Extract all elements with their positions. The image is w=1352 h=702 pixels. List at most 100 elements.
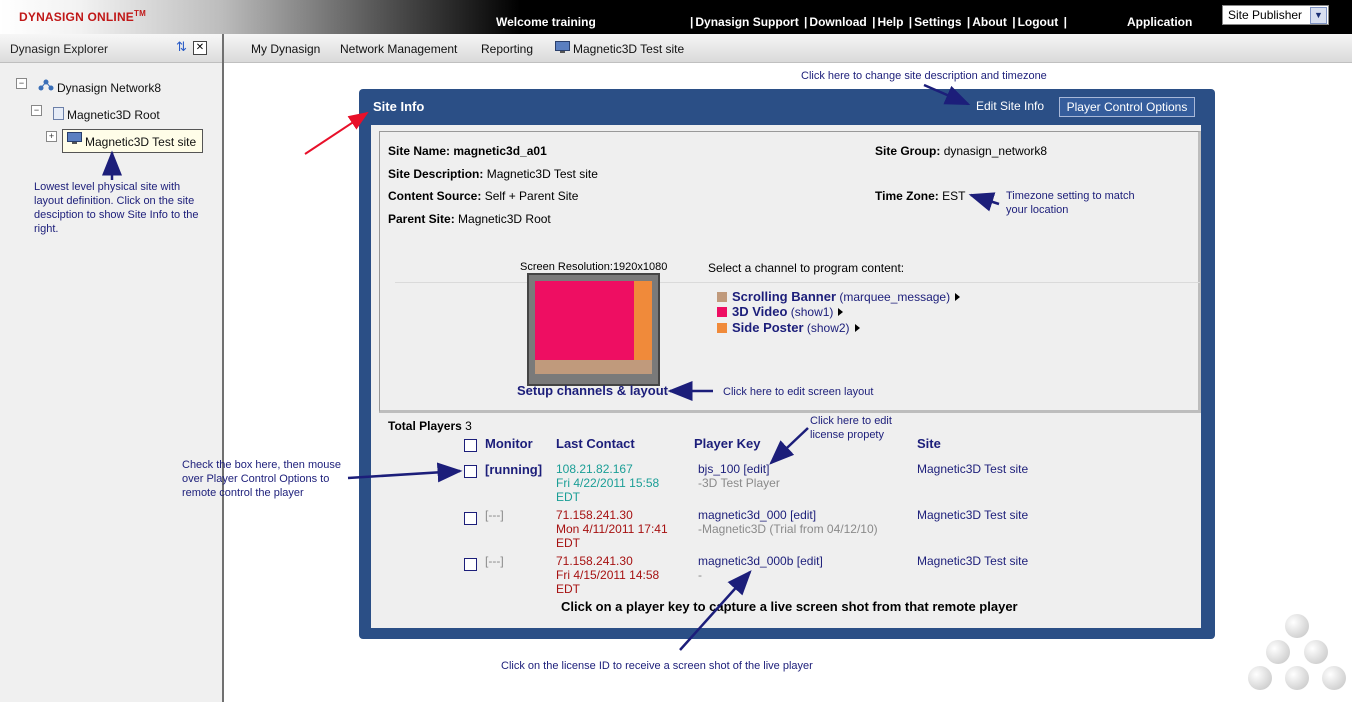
explorer-sidebar: Dynasign Explorer ⇅ ✕ − Dynasign Network…	[0, 34, 224, 702]
top-nav: | Dynasign Support | Download | Help | Setti…	[690, 15, 1067, 29]
annotation-license: Click here to edit license propety	[810, 415, 892, 441]
monitor-status: [---]	[485, 508, 504, 522]
top-header: DYNASIGN ONLINETM Welcome training | Dyna…	[0, 0, 1352, 34]
panel-body: Site Name: magnetic3d_a01 Site Descripti…	[371, 125, 1201, 628]
nav-logout-link[interactable]: Logout	[1018, 15, 1059, 29]
column-header-site: Site	[917, 436, 941, 451]
panel-title: Site Info	[373, 99, 425, 114]
expand-arrow-icon	[838, 308, 844, 316]
tab-site[interactable]: Magnetic3D Test site	[573, 42, 684, 56]
tab-network-management[interactable]: Network Management	[340, 42, 457, 56]
player-note: -	[698, 568, 702, 582]
edit-license-link[interactable]: [edit]	[743, 462, 769, 476]
sidebar-annotation: Lowest level physical site with layout d…	[34, 181, 199, 235]
tree-item-network[interactable]: Dynasign Network8	[57, 81, 161, 95]
player-key-link[interactable]: magnetic3d_000	[698, 508, 787, 522]
column-header-player-key: Player Key	[694, 436, 761, 451]
channel-swatch	[717, 323, 727, 333]
player-select-checkbox[interactable]	[464, 465, 477, 478]
monitor-icon	[67, 132, 82, 144]
edit-license-link[interactable]: [edit]	[790, 508, 816, 522]
player-select-checkbox[interactable]	[464, 512, 477, 525]
sidebar-title: Dynasign Explorer	[10, 42, 109, 56]
monitor-icon	[555, 41, 570, 53]
site-description-field: Site Description: Magnetic3D Test site	[388, 167, 598, 181]
annotation-checkbox: Check the box here, then mouse over Play…	[182, 459, 341, 499]
player-site[interactable]: Magnetic3D Test site	[917, 554, 1028, 568]
chevron-down-icon[interactable]: ▼	[1310, 7, 1327, 24]
monitor-status: [running]	[485, 462, 543, 477]
tree-item-site-label[interactable]: Magnetic3D Test site	[85, 135, 196, 149]
annotation-live-shot: Click on the license ID to receive a scr…	[501, 660, 813, 672]
divider	[395, 282, 1200, 283]
tab-my-dynasign[interactable]: My Dynasign	[251, 42, 320, 56]
site-details-box: Site Name: magnetic3d_a01 Site Descripti…	[379, 131, 1201, 413]
last-contact: 71.158.241.30 Fri 4/15/2011 14:58 EDT	[556, 554, 660, 596]
edit-license-link[interactable]: [edit]	[797, 554, 823, 568]
refresh-icon[interactable]: ⇅	[176, 40, 188, 54]
site-info-panel: Site Info Edit Site Info Player Control …	[359, 89, 1215, 639]
last-contact: 71.158.241.30 Mon 4/11/2011 17:41 EDT	[556, 508, 668, 550]
channel-scrolling-banner[interactable]: Scrolling Banner (marquee_message)	[717, 289, 961, 304]
tree-item-root[interactable]: Magnetic3D Root	[67, 108, 160, 122]
player-site[interactable]: Magnetic3D Test site	[917, 508, 1028, 522]
player-note: -Magnetic3D (Trial from 04/12/10)	[698, 522, 878, 536]
player-note: -3D Test Player	[698, 476, 780, 490]
player-site[interactable]: Magnetic3D Test site	[917, 462, 1028, 476]
player-key-cell: magnetic3d_000 [edit] -Magnetic3D (Trial…	[698, 508, 878, 536]
application-label: Application	[1127, 15, 1193, 29]
tree-collapse-toggle[interactable]: −	[31, 105, 42, 116]
site-name-field: Site Name: magnetic3d_a01	[388, 144, 547, 158]
channel-3d-video[interactable]: 3D Video (show1)	[717, 304, 844, 319]
screen-layout-preview[interactable]	[527, 273, 660, 386]
expand-arrow-icon	[955, 293, 961, 301]
network-icon	[38, 79, 54, 91]
column-header-monitor: Monitor	[485, 436, 533, 451]
player-key-link[interactable]: magnetic3d_000b	[698, 554, 793, 568]
annotation-timezone: Timezone setting to match your location	[1006, 190, 1135, 216]
player-key-link[interactable]: bjs_100	[698, 462, 740, 476]
select-all-checkbox[interactable]	[464, 439, 477, 452]
brand-logo: DYNASIGN ONLINETM	[19, 9, 146, 24]
nav-support-link[interactable]: Dynasign Support	[695, 15, 798, 29]
total-players: Total Players 3	[388, 419, 472, 433]
nav-download-link[interactable]: Download	[809, 15, 866, 29]
layout-zone-3d-video	[535, 281, 634, 360]
player-control-options-button[interactable]: Player Control Options	[1059, 97, 1195, 117]
screen-resolution-label: Screen Resolution:1920x1080	[520, 261, 668, 273]
setup-channels-link[interactable]: Setup channels & layout	[517, 383, 668, 398]
welcome-text: Welcome training	[496, 15, 596, 29]
application-select[interactable]: Site Publisher ▼	[1222, 5, 1329, 25]
decorative-spheres	[1248, 614, 1346, 690]
nav-about-link[interactable]: About	[972, 15, 1007, 29]
content-source-field: Content Source: Self + Parent Site	[388, 189, 579, 203]
channel-swatch	[717, 292, 727, 302]
layout-zone-side-poster	[634, 281, 652, 360]
nav-help-link[interactable]: Help	[877, 15, 903, 29]
channel-prompt: Select a channel to program content:	[708, 261, 905, 275]
annotation-edit-site: Click here to change site description an…	[801, 70, 1047, 82]
edit-site-info-link[interactable]: Edit Site Info	[976, 99, 1044, 113]
close-icon[interactable]: ✕	[193, 41, 207, 55]
last-contact: 108.21.82.167 Fri 4/22/2011 15:58 EDT	[556, 462, 660, 504]
tree-expand-toggle[interactable]: +	[46, 131, 57, 142]
application-select-value: Site Publisher	[1228, 8, 1303, 22]
channel-side-poster[interactable]: Side Poster (show2)	[717, 320, 860, 335]
document-icon	[53, 107, 64, 120]
annotation-layout: Click here to edit screen layout	[723, 386, 874, 398]
expand-arrow-icon	[854, 324, 860, 332]
player-select-checkbox[interactable]	[464, 558, 477, 571]
arrow	[304, 111, 369, 155]
tab-reporting[interactable]: Reporting	[481, 42, 533, 56]
sidebar-header: Dynasign Explorer ⇅ ✕	[0, 34, 222, 63]
channel-swatch	[717, 307, 727, 317]
column-header-last-contact: Last Contact	[556, 436, 635, 451]
main-tabs: My Dynasign Network Management Reporting…	[224, 34, 1352, 63]
layout-zone-scrolling-banner	[535, 360, 652, 374]
parent-site-field: Parent Site: Magnetic3D Root	[388, 212, 551, 226]
tree-collapse-toggle[interactable]: −	[16, 78, 27, 89]
players-footer-note: Click on a player key to capture a live …	[561, 599, 1018, 614]
site-group-field: Site Group: dynasign_network8	[875, 144, 1048, 158]
time-zone-field: Time Zone: EST	[875, 189, 966, 203]
nav-settings-link[interactable]: Settings	[914, 15, 961, 29]
